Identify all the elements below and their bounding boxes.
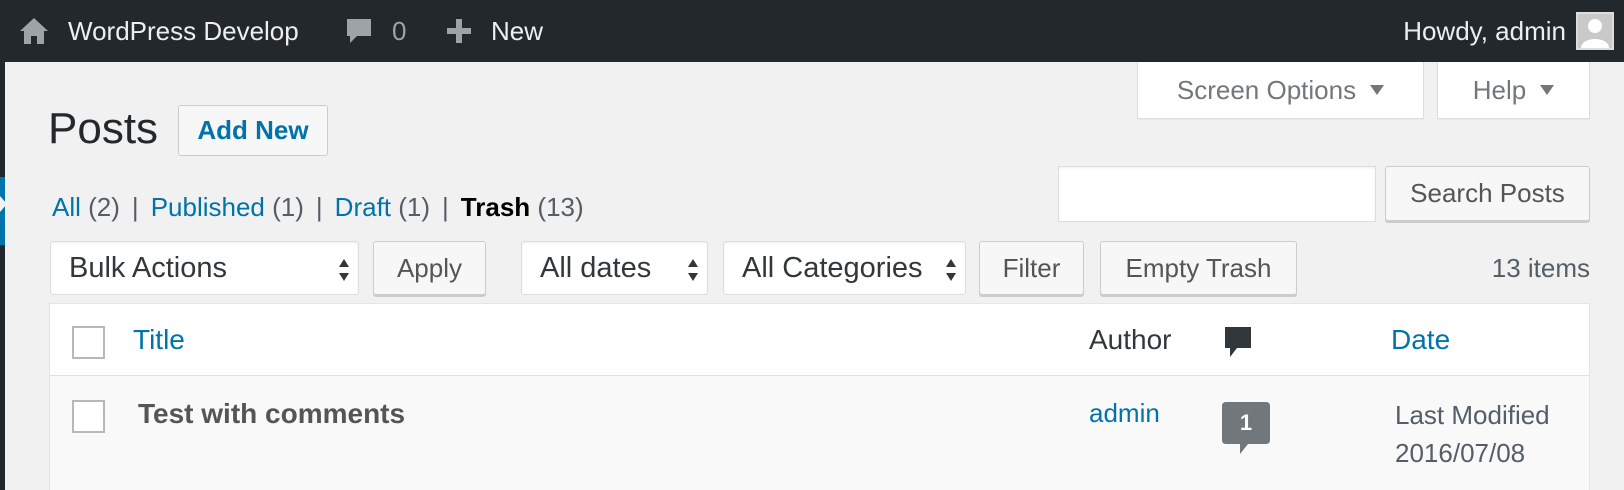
post-title: Test with comments: [138, 398, 406, 429]
select-arrows-icon: [688, 259, 698, 281]
date-filter-select[interactable]: All dates: [521, 241, 708, 295]
help-tab[interactable]: Help: [1437, 62, 1590, 119]
posts-table: Title Author Date Test with comments adm…: [49, 303, 1590, 490]
comment-count[interactable]: 0: [392, 0, 406, 62]
view-all-link[interactable]: All: [52, 192, 81, 222]
post-date: Last Modified 2016/07/08: [1395, 396, 1550, 472]
items-count: 13 items: [1491, 253, 1590, 283]
select-all-checkbox[interactable]: [72, 326, 105, 359]
empty-trash-button[interactable]: Empty Trash: [1100, 241, 1297, 295]
account-menu[interactable]: Howdy, admin: [1403, 0, 1566, 62]
column-author: Author: [1089, 324, 1172, 355]
chevron-down-icon: [1540, 85, 1555, 95]
view-draft-count: (1): [398, 192, 431, 222]
site-name-link[interactable]: WordPress Develop: [68, 0, 299, 62]
apply-button[interactable]: Apply: [373, 241, 486, 295]
comment-count: 1: [1239, 410, 1253, 435]
row-checkbox[interactable]: [72, 400, 105, 433]
bulk-actions-value: Bulk Actions: [69, 251, 227, 284]
post-status-views: All (2) | Published (1) | Draft (1) | Trash (1…: [52, 192, 584, 223]
category-filter-value: All Categories: [742, 251, 923, 284]
chevron-down-icon: [1370, 85, 1385, 95]
view-published-link[interactable]: Published: [151, 192, 265, 222]
menu-current-arrow: [0, 196, 7, 212]
new-content-link[interactable]: New: [491, 0, 543, 62]
column-title-sort[interactable]: Title: [133, 324, 185, 356]
post-author-link[interactable]: admin: [1089, 398, 1160, 429]
comment-icon[interactable]: [344, 0, 374, 62]
date-filter-value: All dates: [540, 251, 652, 284]
search-input[interactable]: [1058, 166, 1376, 222]
add-new-button[interactable]: Add New: [178, 105, 328, 156]
search-posts-button[interactable]: Search Posts: [1385, 166, 1590, 221]
admin-bar: WordPress Develop 0 New Howdy, admin: [0, 0, 1624, 62]
home-icon[interactable]: [18, 0, 50, 62]
avatar[interactable]: [1576, 12, 1614, 50]
view-trash-current[interactable]: Trash: [461, 192, 530, 222]
filter-button[interactable]: Filter: [979, 241, 1084, 295]
select-arrows-icon: [946, 259, 956, 281]
separator: |: [131, 192, 139, 222]
plus-icon[interactable]: [445, 0, 473, 62]
view-trash-count: (13): [537, 192, 584, 222]
comments-column-icon[interactable]: [1224, 326, 1252, 360]
table-row: Test with comments admin 1 Last Modified…: [50, 376, 1589, 490]
help-label: Help: [1472, 74, 1527, 105]
post-date-value: 2016/07/08: [1395, 438, 1526, 468]
screen-options-label: Screen Options: [1176, 74, 1357, 105]
column-date-sort[interactable]: Date: [1391, 324, 1450, 356]
category-filter-select[interactable]: All Categories: [723, 241, 966, 295]
separator: |: [442, 192, 449, 222]
view-all-count: (2): [88, 192, 120, 222]
bulk-actions-select[interactable]: Bulk Actions: [50, 241, 359, 295]
screen-options-tab[interactable]: Screen Options: [1137, 62, 1424, 119]
post-date-label: Last Modified: [1395, 400, 1550, 430]
select-arrows-icon: [339, 259, 349, 281]
view-published-count: (1): [272, 192, 304, 222]
admin-menu: [0, 62, 5, 490]
page-title: Posts: [48, 104, 159, 153]
table-header: Title Author Date: [50, 304, 1589, 376]
comment-count-bubble[interactable]: 1: [1222, 402, 1270, 458]
separator: |: [315, 192, 323, 222]
view-draft-link[interactable]: Draft: [335, 192, 391, 222]
